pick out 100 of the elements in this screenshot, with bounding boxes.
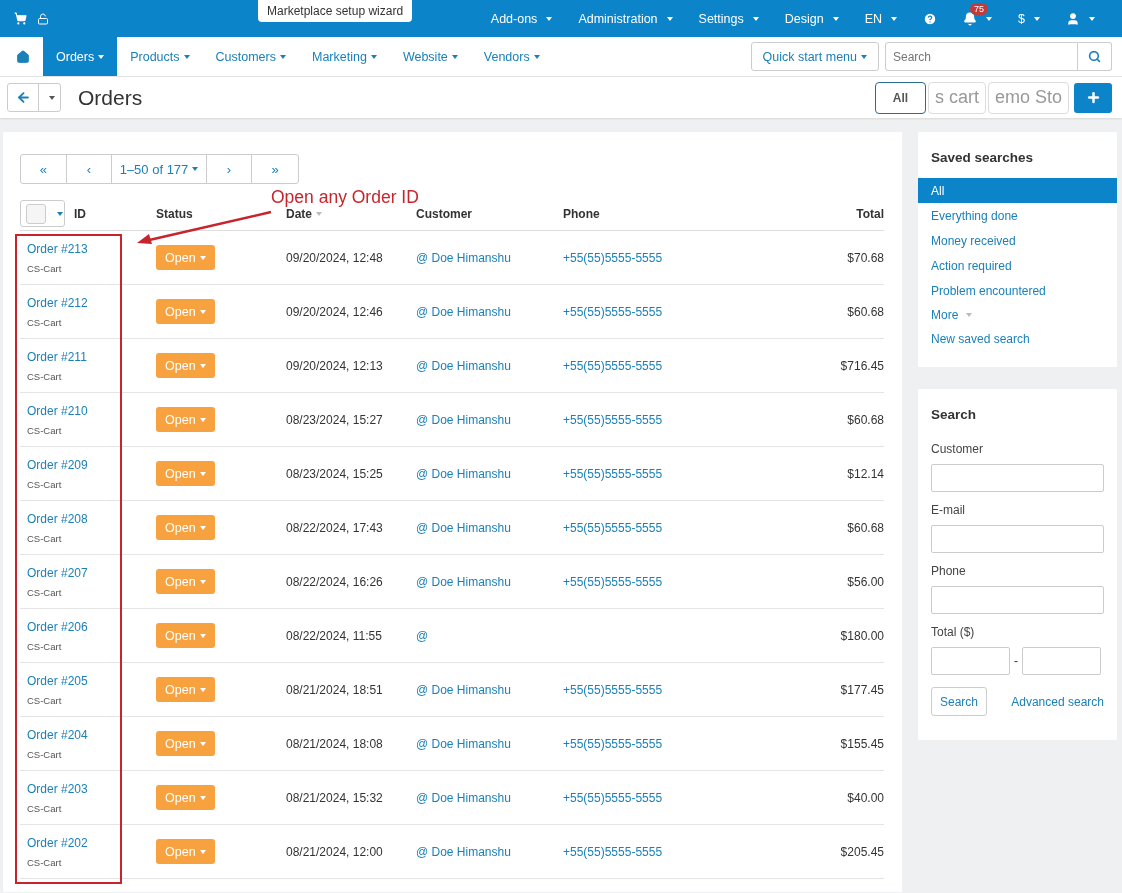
- order-total: $70.68: [847, 250, 884, 265]
- cart-icon[interactable]: [14, 12, 27, 25]
- customer-link[interactable]: @ Doe Himanshu: [416, 304, 511, 319]
- input-field[interactable]: [931, 525, 1104, 553]
- customer-link[interactable]: @ Doe Himanshu: [416, 682, 511, 697]
- nav-tab[interactable]: Vendors: [470, 37, 553, 76]
- currency-menu[interactable]: $: [1005, 11, 1053, 26]
- order-link[interactable]: Order #212: [27, 295, 156, 310]
- customer-link[interactable]: @ Doe Himanshu: [416, 520, 511, 535]
- customer-link[interactable]: @ Doe Himanshu: [416, 358, 511, 373]
- phone-link[interactable]: +55(55)5555-5555: [563, 844, 663, 859]
- customer-link[interactable]: @ Doe Himanshu: [416, 574, 511, 589]
- last-page-button[interactable]: »: [252, 155, 298, 183]
- company-name: CS-Cart: [27, 586, 63, 598]
- customer-link[interactable]: @ Doe Himanshu: [416, 466, 511, 481]
- company-name: CS-Cart: [27, 856, 63, 868]
- top-menu-item[interactable]: Administration: [565, 11, 686, 26]
- nav-tab[interactable]: Products: [117, 37, 203, 76]
- storefront-button[interactable]: All: [874, 81, 926, 114]
- order-link[interactable]: Order #210: [27, 403, 156, 418]
- order-link[interactable]: Order #213: [27, 241, 156, 256]
- phone-link[interactable]: +55(55)5555-5555: [563, 250, 663, 265]
- annotation-text: Open any Order ID: [271, 187, 419, 208]
- quick-start-button[interactable]: Quick start menu: [750, 42, 879, 71]
- phone-link[interactable]: +55(55)5555-5555: [563, 358, 663, 373]
- search-icon[interactable]: [1088, 50, 1101, 63]
- advanced-search-link[interactable]: Advanced search: [1011, 694, 1104, 709]
- company-name: CS-Cart: [27, 424, 63, 436]
- phone-link[interactable]: +55(55)5555-5555: [563, 304, 663, 319]
- phone-link[interactable]: +55(55)5555-5555: [563, 682, 663, 697]
- home-icon[interactable]: [16, 49, 30, 64]
- phone-link[interactable]: +55(55)5555-5555: [563, 790, 663, 805]
- order-total: $40.00: [847, 790, 884, 805]
- storefront-button[interactable]: s cart: [927, 81, 986, 114]
- saved-search-item[interactable]: Action required: [918, 253, 1117, 278]
- top-menu-item[interactable]: Design: [771, 11, 852, 26]
- phone-link[interactable]: +55(55)5555-5555: [563, 736, 663, 751]
- search-button[interactable]: Search: [931, 687, 988, 716]
- add-button[interactable]: [1074, 82, 1112, 113]
- phone-link[interactable]: +55(55)5555-5555: [563, 574, 663, 589]
- lock-icon[interactable]: [37, 12, 49, 25]
- phone-link[interactable]: +55(55)5555-5555: [563, 520, 663, 535]
- nav-tab[interactable]: Marketing: [299, 37, 390, 76]
- order-total: $60.68: [847, 304, 884, 319]
- order-total: $716.45: [840, 358, 884, 373]
- more-link[interactable]: More: [918, 303, 1117, 327]
- previous-page-button[interactable]: ‹: [66, 155, 113, 183]
- customer-link[interactable]: @: [416, 628, 429, 643]
- order-date: 08/21/2024, 18:08: [286, 736, 383, 751]
- customer-link[interactable]: @ Doe Himanshu: [416, 736, 511, 751]
- top-menu-item[interactable]: EN: [851, 11, 911, 26]
- storefront-button[interactable]: emo Sto: [987, 81, 1069, 114]
- saved-search-item[interactable]: Problem encountered: [918, 278, 1117, 303]
- nav-tab[interactable]: Orders: [43, 37, 118, 76]
- phone-link[interactable]: +55(55)5555-5555: [563, 412, 663, 427]
- customer-link[interactable]: @ Doe Himanshu: [416, 250, 511, 265]
- next-page-button[interactable]: ›: [206, 155, 253, 183]
- order-link[interactable]: Order #208: [27, 511, 156, 526]
- first-page-button[interactable]: «: [21, 155, 67, 183]
- page-range-dropdown[interactable]: 1–50 of 177: [112, 155, 207, 183]
- help-icon[interactable]: [923, 11, 938, 26]
- order-link[interactable]: Order #209: [27, 457, 156, 472]
- user-icon[interactable]: [1066, 11, 1080, 26]
- order-link[interactable]: Order #207: [27, 565, 156, 580]
- saved-search-item[interactable]: All: [918, 178, 1117, 203]
- input-field[interactable]: [931, 464, 1104, 492]
- order-link[interactable]: Order #202: [27, 835, 156, 850]
- saved-search-item[interactable]: Everything done: [918, 203, 1117, 228]
- panel-title: Saved searches: [930, 149, 1035, 167]
- select-all-checkbox[interactable]: [20, 200, 65, 227]
- customer-link[interactable]: @ Doe Himanshu: [416, 412, 511, 427]
- top-menu-item[interactable]: Add-ons: [477, 11, 566, 26]
- back-icon[interactable]: [15, 90, 31, 105]
- order-date: 08/21/2024, 12:00: [286, 844, 383, 859]
- customer-link[interactable]: @ Doe Himanshu: [416, 844, 511, 859]
- input-field[interactable]: [931, 586, 1104, 614]
- nav-tab[interactable]: Customers: [202, 37, 299, 76]
- input-field[interactable]: [931, 647, 1010, 675]
- company-name: CS-Cart: [27, 532, 63, 544]
- field-label: Phone: [931, 564, 967, 578]
- top-menu-item[interactable]: Settings: [685, 11, 772, 26]
- search-field[interactable]: Search: [885, 42, 1078, 71]
- new-saved-search-link[interactable]: New saved search: [918, 327, 1117, 351]
- order-link[interactable]: Order #205: [27, 673, 156, 688]
- phone-link[interactable]: +55(55)5555-5555: [563, 466, 663, 481]
- order-link[interactable]: Order #203: [27, 781, 156, 796]
- saved-search-item[interactable]: Money received: [918, 228, 1117, 253]
- column-header[interactable]: Date: [286, 206, 312, 221]
- input-field[interactable]: [1022, 647, 1101, 675]
- order-link[interactable]: Order #204: [27, 727, 156, 742]
- search-button[interactable]: [1078, 42, 1112, 71]
- nav-tab[interactable]: Website: [389, 37, 471, 76]
- bell-icon[interactable]: [963, 11, 978, 26]
- order-link[interactable]: Order #206: [27, 619, 156, 634]
- customer-link[interactable]: @ Doe Himanshu: [416, 790, 511, 805]
- column-header: Customer: [416, 206, 472, 221]
- company-name: CS-Cart: [27, 802, 63, 814]
- order-link[interactable]: Order #211: [27, 349, 156, 364]
- setup-wizard-tooltip[interactable]: Marketplace setup wizard: [258, 0, 413, 22]
- company-name: CS-Cart: [27, 316, 63, 328]
